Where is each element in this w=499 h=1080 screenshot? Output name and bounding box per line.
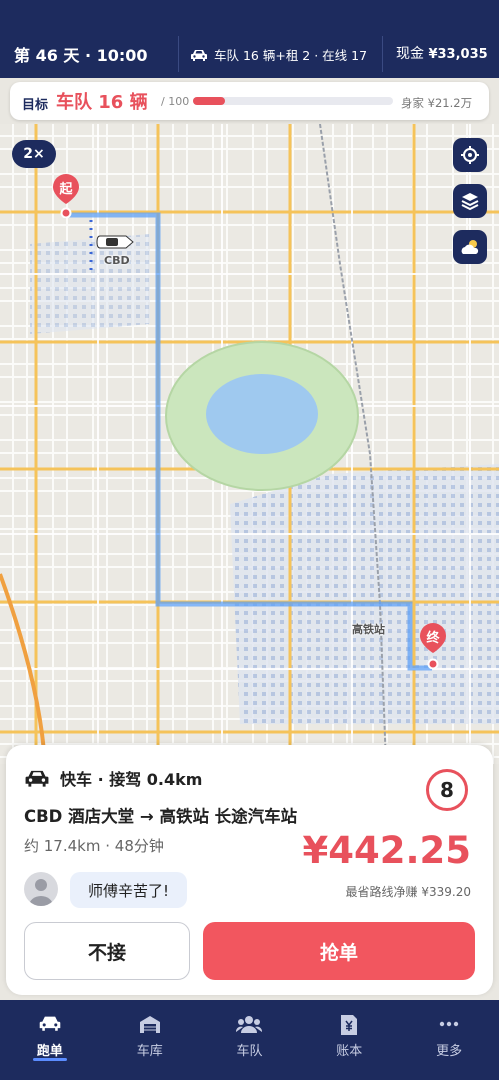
car-marker: CBD xyxy=(96,232,136,267)
goal-progress-bar xyxy=(193,97,393,105)
nav-item-more[interactable]: 更多 xyxy=(399,1000,499,1080)
locate-button[interactable] xyxy=(453,138,487,172)
net-worth: 身家 ¥21.2万 xyxy=(401,96,473,110)
nav-label: 车库 xyxy=(136,1044,163,1059)
route-text: CBD 酒店大堂 → 高铁站 长途汽车站 xyxy=(24,807,298,826)
nav-label: 车队 xyxy=(236,1044,263,1059)
nav-item-orders[interactable]: 跑单 xyxy=(0,1000,100,1080)
locate-icon xyxy=(461,146,479,164)
goal-bar: 目标 车队 16 辆 / 100 身家 ¥21.2万 xyxy=(10,82,489,120)
countdown-timer: 8 xyxy=(426,769,468,811)
fleet-summary-text: 车队 16 辆+租 2 · 在线 17 xyxy=(214,48,368,63)
ledger-icon xyxy=(341,1015,358,1035)
goal-label: 目标 xyxy=(22,98,49,113)
cash-value: ¥33,035 xyxy=(428,47,488,62)
active-indicator xyxy=(32,1058,67,1061)
cash-display: 现金 ¥33,035 xyxy=(396,43,488,63)
weather-icon xyxy=(461,240,479,254)
passenger-avatar xyxy=(24,872,58,906)
nav-label: 更多 xyxy=(436,1044,463,1059)
decline-button[interactable]: 不接 xyxy=(24,922,190,980)
status-bar: 第 46 天 · 10:00 车队 16 辆+租 2 · 在线 17 现金 ¥3… xyxy=(0,0,499,78)
ride-type: 快车 · 接驾 0.4km xyxy=(24,766,202,790)
garage-icon xyxy=(139,1016,160,1033)
goal-max: / 100 xyxy=(161,95,190,108)
divider xyxy=(178,36,179,72)
ride-type-text: 快车 · 接驾 0.4km xyxy=(60,770,203,789)
fleet-summary: 车队 16 辆+租 2 · 在线 17 xyxy=(190,45,367,64)
passenger-message: 师傅辛苦了! xyxy=(70,872,188,908)
distance-time: 约 17.4km · 48分钟 xyxy=(24,837,164,855)
layers-icon xyxy=(461,193,479,211)
zoom-button[interactable]: 2× xyxy=(12,140,56,168)
fare-price: ¥442.25 xyxy=(302,829,471,872)
start-pin-label: 起 xyxy=(59,182,73,197)
car-icon xyxy=(39,1016,61,1031)
car-icon xyxy=(25,770,49,787)
accept-button[interactable]: 抢单 xyxy=(203,922,475,980)
car-location-label: CBD xyxy=(104,254,130,267)
order-card: 快车 · 接驾 0.4km 8 CBD 酒店大堂 → 高铁站 长途汽车站 约 1… xyxy=(6,745,493,995)
nav-item-garage[interactable]: 车库 xyxy=(100,1000,200,1080)
more-icon xyxy=(439,1021,459,1027)
end-pin: 终 xyxy=(419,623,447,669)
goal-progress-fill xyxy=(193,97,225,105)
user-icon xyxy=(29,879,53,906)
start-pin: 起 xyxy=(52,174,80,218)
divider xyxy=(382,36,383,72)
day-time: 第 46 天 · 10:00 xyxy=(14,46,148,65)
station-label: 高铁站 xyxy=(352,623,385,636)
team-icon xyxy=(236,1016,263,1033)
layers-button[interactable] xyxy=(453,184,487,218)
nav-label: 账本 xyxy=(336,1044,363,1059)
net-earning: 最省路线净赚 ¥339.20 xyxy=(345,885,471,899)
nav-label: 跑单 xyxy=(36,1044,63,1059)
weather-button[interactable] xyxy=(453,230,487,264)
nav-item-ledger[interactable]: 账本 xyxy=(299,1000,399,1080)
nav-item-team[interactable]: 车队 xyxy=(200,1000,300,1080)
city-map[interactable]: 2× 起 CBD 高铁站 终 xyxy=(0,124,499,764)
goal-target: 车队 16 辆 xyxy=(56,92,148,113)
bottom-nav: 跑单 车库 车队 账本 更多 xyxy=(0,1000,499,1080)
end-pin-label: 终 xyxy=(426,631,440,646)
car-top-icon xyxy=(96,235,134,249)
cash-label: 现金 xyxy=(396,46,424,62)
car-icon xyxy=(191,49,207,61)
